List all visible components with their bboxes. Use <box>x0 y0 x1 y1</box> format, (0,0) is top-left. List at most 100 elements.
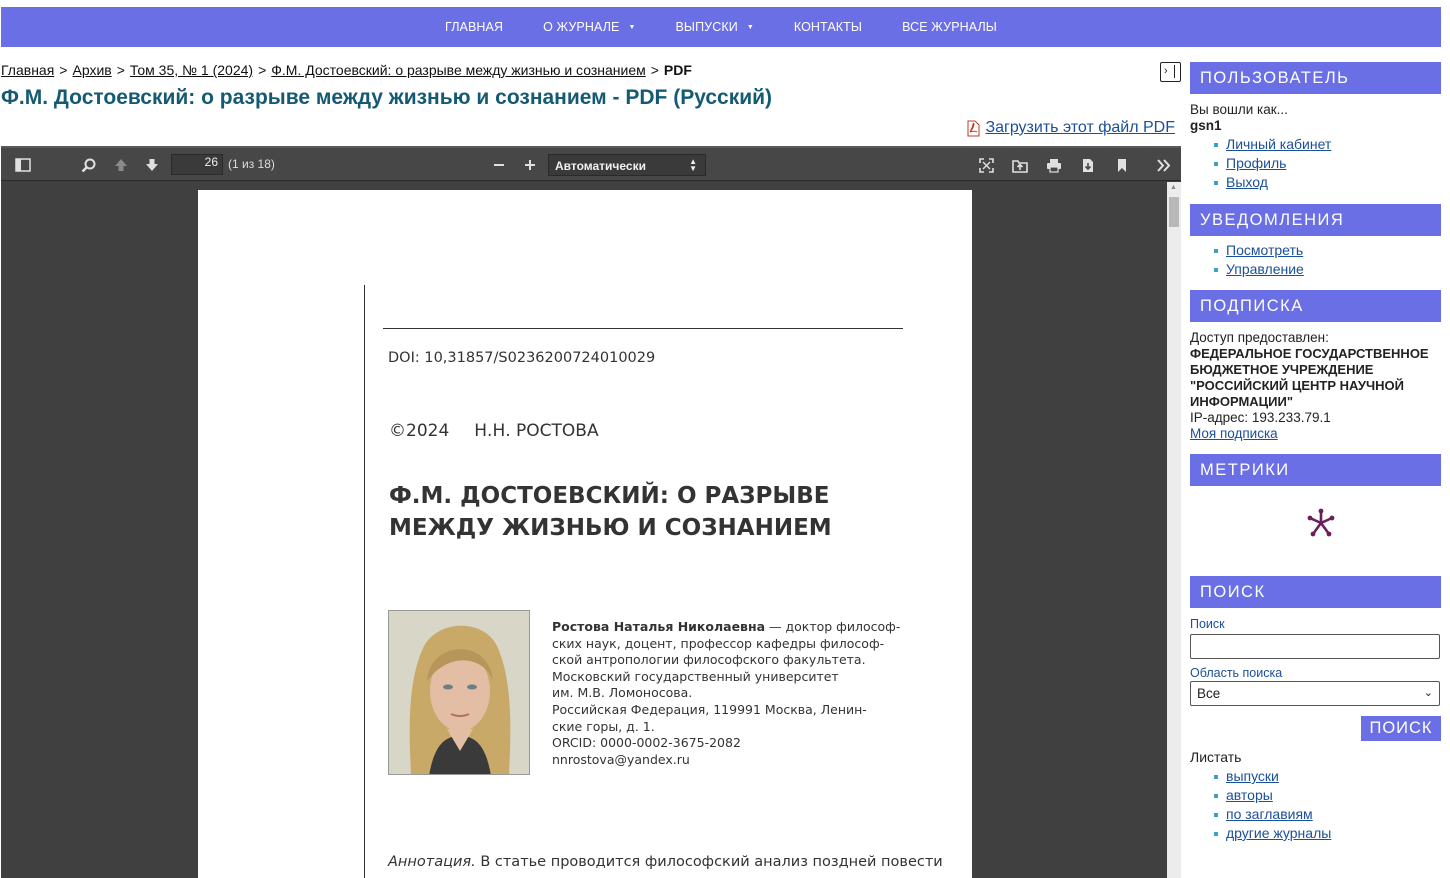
page-number-input[interactable]: 26 <box>171 154 223 175</box>
search-label: Поиск <box>1190 617 1225 631</box>
subscription-block-title: ПОДПИСКА <box>1190 290 1441 322</box>
sidebar-item-manage[interactable]: Управление <box>1212 260 1441 279</box>
print-icon[interactable] <box>1042 154 1066 176</box>
sidebar-item-browse-issues[interactable]: выпуски <box>1212 767 1441 786</box>
open-file-icon[interactable] <box>1008 154 1032 176</box>
scroll-up-icon[interactable]: ▲ <box>1170 184 1177 191</box>
chevron-right-icon: › <box>1164 65 1168 77</box>
sidebar-link[interactable]: Выход <box>1226 174 1268 190</box>
zoom-select-value: Автоматически <box>555 159 646 173</box>
download-icon[interactable] <box>1076 154 1100 176</box>
bio-line: Московский государственный университет <box>552 668 839 684</box>
next-page-icon[interactable] <box>140 154 164 176</box>
sidebar-toggle-button[interactable]: › <box>1160 62 1181 82</box>
search-scope-value: Все <box>1197 686 1221 701</box>
article-abstract: Аннотация. В статье проводится философск… <box>388 854 943 870</box>
subscriber-organization: ФЕДЕРАЛЬНОЕ ГОСУДАРСТВЕННОЕ БЮДЖЕТНОЕ УЧ… <box>1190 346 1429 409</box>
bio-line: — доктор философ- <box>765 619 901 634</box>
sidebar-item-profile[interactable]: Профиль <box>1212 154 1441 173</box>
bookmark-icon[interactable] <box>1110 154 1134 176</box>
breadcrumb-home[interactable]: Главная <box>1 62 54 78</box>
breadcrumb-separator: > <box>650 62 659 78</box>
nav-all-journals[interactable]: ВСЕ ЖУРНАЛЫ <box>902 20 997 34</box>
sidebar-item-browse-titles[interactable]: по заглавиям <box>1212 805 1441 824</box>
author-photo <box>388 610 530 775</box>
download-pdf-link[interactable]: Загрузить этот файл PDF <box>965 119 1175 137</box>
search-icon[interactable] <box>76 154 100 176</box>
breadcrumb-separator: > <box>116 62 125 78</box>
nav-issues-label: ВЫПУСКИ <box>675 20 738 34</box>
sidebar-link[interactable]: выпуски <box>1226 768 1279 784</box>
nav-contacts-label: КОНТАКТЫ <box>793 20 863 34</box>
article-author-short: Н.Н. РОСТОВА <box>474 421 599 441</box>
sidebar-link[interactable]: авторы <box>1226 787 1273 803</box>
chevron-down-icon: ⌄ <box>1423 687 1433 699</box>
nav-home-label: ГЛАВНАЯ <box>445 20 504 34</box>
sidebar-link[interactable]: Управление <box>1226 261 1304 277</box>
page-count: (1 из 18) <box>228 157 275 171</box>
sidebar-link[interactable]: другие журналы <box>1226 825 1331 841</box>
page-title: Ф.М. Достоевский: о разрыве между жизнью… <box>1 86 773 109</box>
sidebar-item-account[interactable]: Личный кабинет <box>1212 135 1441 154</box>
top-navigation: ГЛАВНАЯ О ЖУРНАЛЕ ▼ ВЫПУСКИ ▼ КОНТАКТЫ ВСЕ… <box>1 7 1441 47</box>
abstract-label: Аннотация. <box>388 854 476 870</box>
bio-line: ских наук, доцент, профессор кафедры фил… <box>552 635 885 651</box>
zoom-in-icon[interactable] <box>518 154 542 176</box>
sidebar-link[interactable]: Посмотреть <box>1226 242 1303 258</box>
sidebar-item-browse-authors[interactable]: авторы <box>1212 786 1441 805</box>
pdf-toolbar: 26 (1 из 18) Автоматически ▲ ▼ <box>1 146 1181 181</box>
logged-in-as: Вы вошли как... <box>1190 102 1288 117</box>
scrollbar-thumb[interactable] <box>1169 197 1179 227</box>
tools-double-chevron-icon[interactable] <box>1151 154 1175 176</box>
sidebar: ПОЛЬЗОВАТЕЛЬ Вы вошли как... gsn1 Личный… <box>1190 62 1441 843</box>
metrics-asterisk-icon[interactable] <box>1306 508 1336 538</box>
user-block: ПОЛЬЗОВАТЕЛЬ Вы вошли как... gsn1 Личный… <box>1190 62 1441 192</box>
breadcrumb-separator: > <box>59 62 68 78</box>
sidebar-item-logout[interactable]: Выход <box>1212 173 1441 192</box>
search-input[interactable] <box>1190 634 1440 659</box>
toggle-sidebar-icon[interactable] <box>11 154 35 176</box>
zoom-select[interactable]: Автоматически ▲ ▼ <box>548 154 706 176</box>
metrics-block-title: МЕТРИКИ <box>1190 454 1441 486</box>
bio-line: им. М.В. Ломоносова. <box>552 685 693 701</box>
sidebar-link[interactable]: Профиль <box>1226 155 1286 171</box>
abstract-text: В статье проводится философский анализ п… <box>475 854 943 870</box>
nav-about[interactable]: О ЖУРНАЛЕ ▼ <box>543 20 635 34</box>
breadcrumb-archive[interactable]: Архив <box>72 62 111 78</box>
copyright-year: ©2024 <box>389 421 450 441</box>
ip-address: IP-адрес: 193.233.79.1 <box>1190 410 1331 425</box>
download-pdf-label: Загрузить этот файл PDF <box>985 119 1175 136</box>
sidebar-link[interactable]: Личный кабинет <box>1226 136 1331 152</box>
notifications-block-title: УВЕДОМЛЕНИЯ <box>1190 204 1441 236</box>
breadcrumb: Главная > Архив > Том 35, № 1 (2024) > Ф.М. До… <box>1 62 692 78</box>
breadcrumb-issue[interactable]: Том 35, № 1 (2024) <box>130 62 253 78</box>
nav-issues[interactable]: ВЫПУСКИ ▼ <box>675 20 753 34</box>
bio-orcid: ORCID: 0000-0002-3675-2082 <box>552 735 741 751</box>
previous-page-icon[interactable] <box>109 154 133 176</box>
search-button[interactable]: ПОИСК <box>1361 716 1441 741</box>
search-scope-select[interactable]: Все ⌄ <box>1190 681 1440 706</box>
presentation-mode-icon[interactable] <box>974 154 998 176</box>
subscription-block: ПОДПИСКА Доступ предоставлен: ФЕДЕРАЛЬНО… <box>1190 290 1441 442</box>
sidebar-link[interactable]: по заглавиям <box>1226 806 1313 822</box>
caret-down-icon: ▼ <box>628 23 636 31</box>
article-copyright: ©2024 Н.Н. РОСТОВА <box>389 421 599 441</box>
pdf-viewer: 26 (1 из 18) Автоматически ▲ ▼ ▲ DOI: 10… <box>1 146 1181 878</box>
breadcrumb-current: PDF <box>663 62 692 78</box>
pdf-file-icon <box>965 120 980 137</box>
bio-email: nnrostova@yandex.ru <box>552 751 690 767</box>
pdf-scrollbar[interactable]: ▲ <box>1167 182 1181 878</box>
bio-line: ские горы, д. 1. <box>552 718 655 734</box>
sidebar-item-view[interactable]: Посмотреть <box>1212 241 1441 260</box>
notifications-block: УВЕДОМЛЕНИЯ Посмотреть Управление <box>1190 204 1441 279</box>
sidebar-item-browse-journals[interactable]: другие журналы <box>1212 824 1441 843</box>
breadcrumb-article[interactable]: Ф.М. Достоевский: о разрыве между жизнью… <box>271 62 645 78</box>
bio-line: Российская Федерация, 119991 Москва, Лен… <box>552 701 867 717</box>
zoom-out-icon[interactable] <box>487 154 511 176</box>
nav-contacts[interactable]: КОНТАКТЫ <box>794 20 862 34</box>
bio-line: ской антропологии философского факультет… <box>552 652 866 668</box>
my-subscription-link[interactable]: Моя подписка <box>1190 426 1441 442</box>
search-block: ПОИСК Поиск Область поиска Все ⌄ ПОИСК Л… <box>1190 576 1441 843</box>
metrics-block: МЕТРИКИ <box>1190 454 1441 576</box>
nav-home[interactable]: ГЛАВНАЯ <box>445 20 503 34</box>
